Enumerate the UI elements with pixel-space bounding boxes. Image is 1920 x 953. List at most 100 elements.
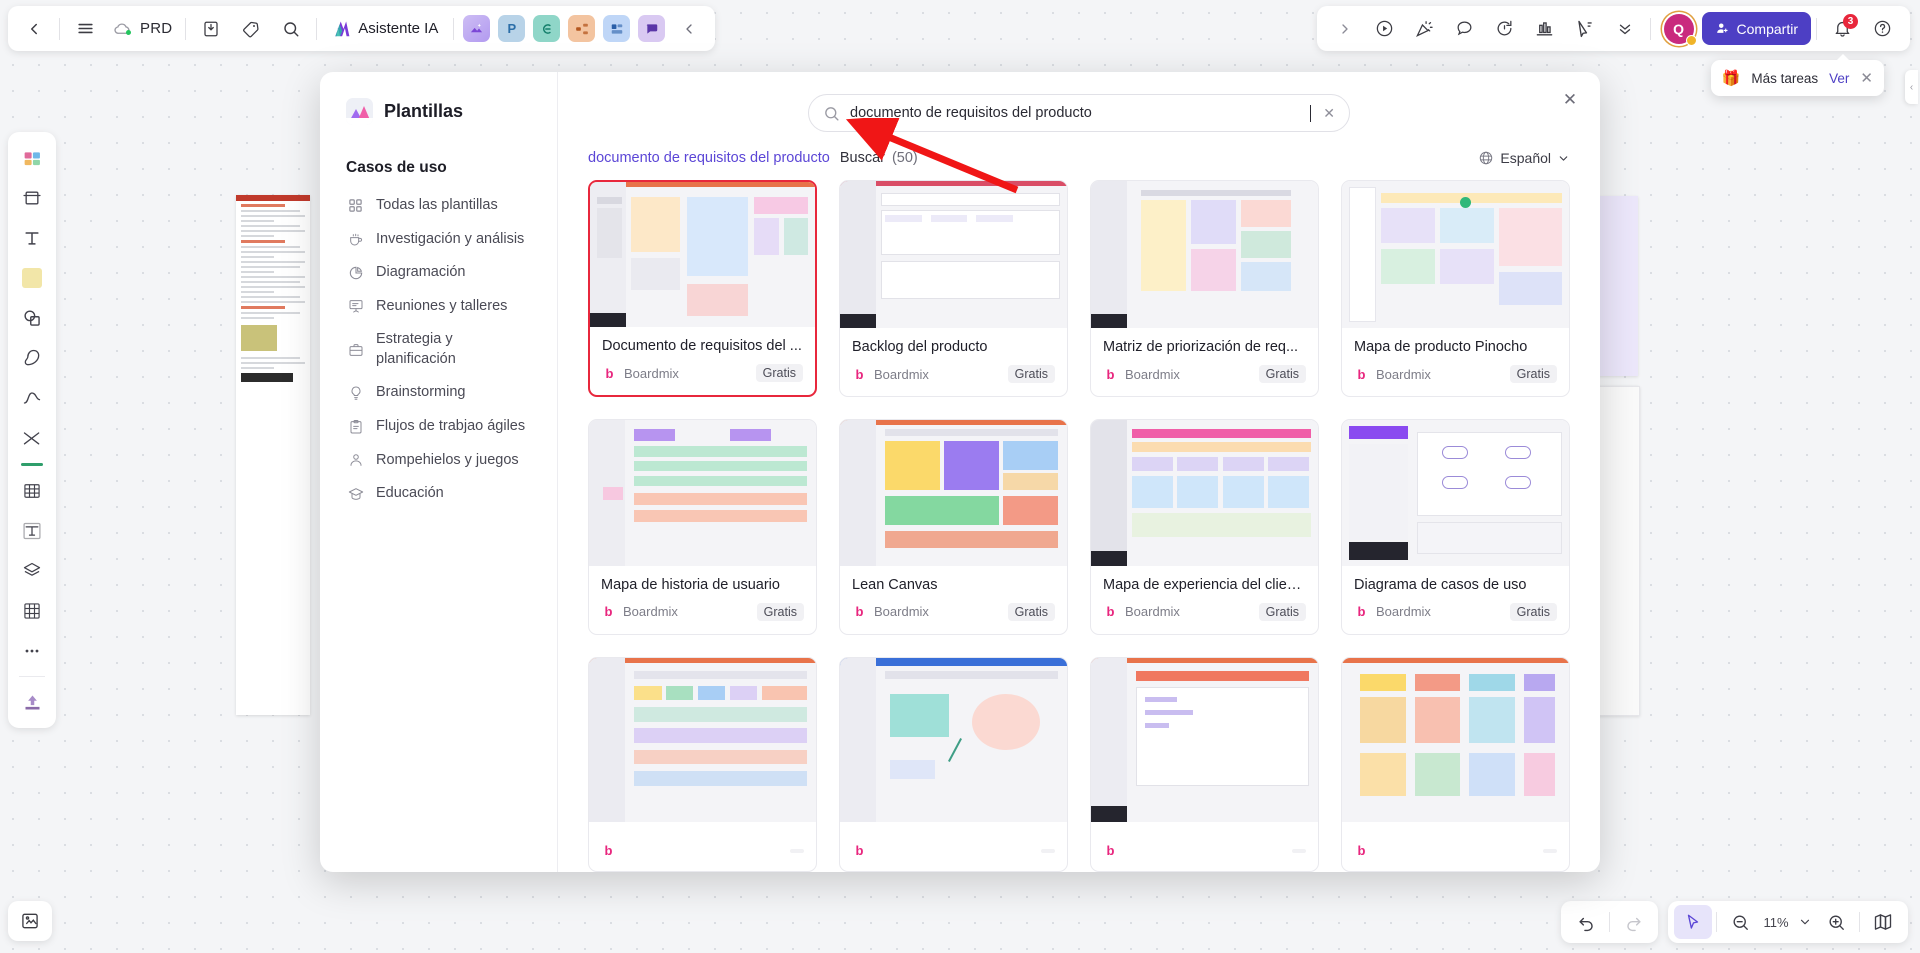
template-meta: b — [1342, 822, 1569, 871]
upload-icon[interactable] — [13, 683, 51, 721]
back-button[interactable] — [14, 11, 54, 47]
share-button[interactable]: Compartir — [1701, 12, 1811, 45]
chart-icon[interactable] — [1525, 11, 1565, 47]
help-circle-icon[interactable] — [1862, 11, 1902, 47]
document-name-button[interactable]: PRD — [105, 19, 180, 38]
toolbar-divider — [59, 17, 60, 40]
template-meta: Mapa de producto Pinocho b Boardmix Grat… — [1342, 328, 1569, 396]
gift-icon: 🎁 — [1721, 70, 1741, 87]
board-app-icon[interactable] — [603, 15, 631, 42]
pen-icon[interactable] — [13, 339, 51, 377]
sidebar-item-research[interactable]: Investigación y análisis — [346, 223, 557, 257]
language-selector[interactable]: Español — [1478, 150, 1570, 166]
expand-toolbar-button[interactable] — [1325, 11, 1365, 47]
clear-search-icon[interactable]: ✕ — [1321, 105, 1335, 122]
template-thumbnail — [1091, 181, 1318, 329]
minimap-icon[interactable] — [1864, 905, 1902, 939]
close-icon[interactable]: ✕ — [1556, 86, 1584, 114]
template-card[interactable]: Mapa de producto Pinocho b Boardmix Grat… — [1341, 180, 1570, 398]
sidebar-item-diagramming[interactable]: Diagramación — [346, 256, 557, 290]
premium-badge-icon — [1685, 34, 1697, 46]
zoom-out-icon[interactable] — [1721, 905, 1759, 939]
frame-icon[interactable] — [13, 179, 51, 217]
modal-sidebar: Plantillas Casos de uso Todas las planti… — [320, 72, 558, 872]
template-card[interactable]: Matriz de priorización de req... b Board… — [1090, 180, 1319, 398]
search-icon[interactable] — [271, 11, 311, 47]
bell-icon[interactable]: 3 — [1822, 11, 1862, 47]
comment-bubble-icon[interactable] — [1445, 11, 1485, 47]
chevron-down-icon[interactable] — [1793, 905, 1817, 939]
template-meta: Diagrama de casos de uso b Boardmix Grat… — [1342, 566, 1569, 634]
sidebar-item-brainstorming[interactable]: Brainstorming — [346, 376, 557, 410]
template-card[interactable]: Diagrama de casos de uso b Boardmix Grat… — [1341, 419, 1570, 635]
right-panel-toggle[interactable]: ‹ — [1905, 70, 1918, 104]
tag-icon[interactable] — [231, 11, 271, 47]
toast-view-link[interactable]: Ver — [1829, 71, 1849, 86]
timer-icon[interactable] — [1485, 11, 1525, 47]
template-card[interactable]: Mapa de historia de usuario b Boardmix G… — [588, 419, 817, 635]
template-title: Diagrama de casos de uso — [1354, 576, 1527, 593]
arrow-line-icon[interactable] — [13, 419, 51, 457]
close-icon[interactable]: ✕ — [1860, 69, 1873, 87]
boardmix-b-icon: b — [1357, 604, 1366, 620]
template-price: Gratis — [1509, 365, 1557, 384]
cursor-pointer-icon[interactable] — [1674, 905, 1712, 939]
sidebar-item-label: Flujos de trabjao ágiles — [376, 417, 526, 434]
mindmap-app-icon[interactable] — [568, 15, 596, 42]
template-card[interactable]: Mapa de experiencia del clien... b Board… — [1090, 419, 1319, 635]
sidebar-item-all-templates[interactable]: Todas las plantillas — [346, 189, 557, 223]
chevron-double-down-icon[interactable] — [1605, 11, 1645, 47]
boardmix-b-icon: b — [605, 365, 614, 381]
template-card[interactable]: b — [839, 656, 1068, 872]
table-icon[interactable] — [13, 472, 51, 510]
layers-icon[interactable] — [13, 552, 51, 590]
template-card[interactable]: b — [1341, 656, 1570, 872]
download-icon[interactable] — [191, 11, 231, 47]
sidebar-item-strategy[interactable]: Estrategia y planificación — [346, 323, 557, 376]
collapse-apps-button[interactable] — [669, 11, 709, 47]
text-icon[interactable] — [13, 219, 51, 257]
text-box-icon[interactable] — [13, 512, 51, 550]
export-icon[interactable] — [8, 901, 52, 941]
code-app-icon[interactable] — [533, 15, 561, 42]
ai-assistant-button[interactable]: Asistente IA — [322, 12, 448, 46]
board-document-thumbnail[interactable] — [236, 195, 310, 715]
board-column-a[interactable] — [1598, 196, 1638, 376]
pages-icon[interactable] — [13, 139, 51, 177]
grid-icon[interactable] — [13, 592, 51, 630]
template-card[interactable]: Backlog del producto b Boardmix Gratis — [839, 180, 1068, 398]
confetti-icon[interactable] — [1405, 11, 1445, 47]
zoom-in-icon[interactable] — [1817, 905, 1855, 939]
sidebar-item-agile[interactable]: Flujos de trabjao ágiles — [346, 410, 557, 444]
sidebar-item-education[interactable]: Educación — [346, 477, 557, 511]
image-app-icon[interactable] — [463, 15, 491, 42]
search-term-chip[interactable]: documento de requisitos del producto — [588, 150, 830, 166]
template-card[interactable]: Lean Canvas b Boardmix Gratis — [839, 419, 1068, 635]
sidebar-item-meetings[interactable]: Reuniones y talleres — [346, 290, 557, 324]
saved-status-dot — [126, 30, 131, 35]
redo-icon[interactable] — [1614, 905, 1652, 939]
template-card[interactable]: b — [588, 656, 817, 872]
search-input[interactable] — [850, 105, 1301, 121]
presentation-app-icon[interactable]: P — [498, 15, 526, 42]
connector-icon[interactable] — [13, 379, 51, 417]
template-card[interactable]: Documento de requisitos del ... b Boardm… — [588, 180, 817, 398]
avatar[interactable]: Q — [1663, 13, 1697, 46]
more-icon[interactable] — [13, 632, 51, 670]
template-card[interactable]: b — [1090, 656, 1319, 872]
sticky-note-icon[interactable] — [13, 259, 51, 297]
template-thumbnail — [840, 420, 1067, 566]
presentation-icon — [346, 298, 365, 314]
undo-icon[interactable] — [1567, 905, 1605, 939]
sidebar-item-label: Reuniones y talleres — [376, 297, 508, 314]
search-box[interactable]: ✕ — [808, 94, 1350, 132]
chat-app-icon[interactable] — [638, 15, 666, 42]
template-author: Boardmix — [623, 604, 678, 620]
zoom-level-label[interactable]: 11% — [1759, 915, 1793, 930]
template-title: Lean Canvas — [852, 576, 938, 593]
shapes-icon[interactable] — [13, 299, 51, 337]
present-play-icon[interactable] — [1365, 11, 1405, 47]
sidebar-item-icebreakers[interactable]: Rompehielos y juegos — [346, 444, 557, 478]
cursor-select-icon[interactable] — [1565, 11, 1605, 47]
hamburger-menu-icon[interactable] — [65, 11, 105, 47]
